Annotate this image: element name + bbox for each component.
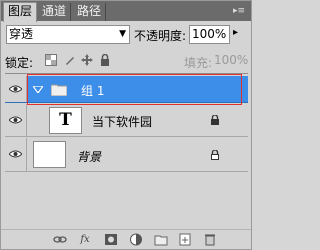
panel-tab-bar: 图层 通道 路径 ▸≡ (1, 1, 251, 22)
fill-input[interactable]: 100% (214, 52, 248, 70)
expand-triangle-icon[interactable] (33, 86, 43, 93)
link-icon[interactable] (53, 233, 67, 246)
opacity-label: 不透明度: (134, 29, 187, 43)
eye-icon (9, 85, 22, 93)
eye-icon (9, 116, 22, 124)
visibility-toggle[interactable] (5, 104, 27, 136)
mask-icon[interactable] (104, 233, 118, 246)
lock-transparency-icon[interactable] (45, 54, 57, 66)
panel-menu-icon[interactable]: ▸≡ (233, 7, 245, 16)
lock-position-icon[interactable] (81, 54, 93, 66)
text-layer-thumbnail: T (49, 107, 82, 134)
layers-panel: 图层 通道 路径 ▸≡ 穿透 ▼ 不透明度: 100% ▸ 锁定: 填充: 10… (0, 0, 252, 250)
layer-row-background[interactable]: 背景 (5, 138, 248, 172)
layer-name[interactable]: 当下软件园 (92, 113, 152, 130)
new-layer-icon[interactable] (178, 233, 192, 246)
layer-name[interactable]: 组 1 (81, 82, 104, 99)
eye-icon (9, 150, 22, 158)
lock-row: 锁定: 填充: 100% (1, 49, 251, 73)
chevron-down-icon: ▼ (119, 29, 126, 39)
fill-label: 填充: (184, 56, 213, 70)
blend-mode-select[interactable]: 穿透 ▼ (6, 25, 130, 44)
lock-icon (211, 115, 219, 125)
layer-row-group-1[interactable]: 组 1 (5, 76, 248, 103)
trash-icon[interactable] (203, 233, 217, 246)
tab-paths[interactable]: 路径 (73, 3, 107, 21)
lock-pixels-icon[interactable] (64, 54, 76, 66)
blend-row: 穿透 ▼ 不透明度: 100% ▸ (1, 22, 251, 48)
layers-toolbar: fx (1, 229, 251, 249)
layer-name[interactable]: 背景 (77, 148, 101, 165)
opacity-input[interactable]: 100% (189, 25, 230, 44)
visibility-toggle[interactable] (5, 138, 27, 171)
blend-mode-value: 穿透 (9, 27, 34, 41)
layer-row-text[interactable]: T 当下软件园 (5, 104, 248, 137)
layer-list: 组 1 T 当下软件园 背景 (5, 73, 248, 225)
adjustment-icon[interactable] (129, 233, 143, 246)
lock-icon (211, 150, 219, 160)
opacity-slider-arrow-icon[interactable]: ▸ (233, 27, 238, 38)
visibility-toggle[interactable] (5, 76, 27, 102)
fx-icon[interactable]: fx (78, 233, 92, 246)
background-layer-thumbnail (33, 141, 66, 168)
lock-all-icon[interactable] (99, 54, 111, 66)
tab-channels[interactable]: 通道 (38, 3, 72, 21)
folder-icon (51, 84, 67, 96)
tab-layers[interactable]: 图层 (3, 2, 38, 22)
lock-label: 锁定: (5, 56, 34, 70)
folder-icon[interactable] (154, 233, 168, 246)
